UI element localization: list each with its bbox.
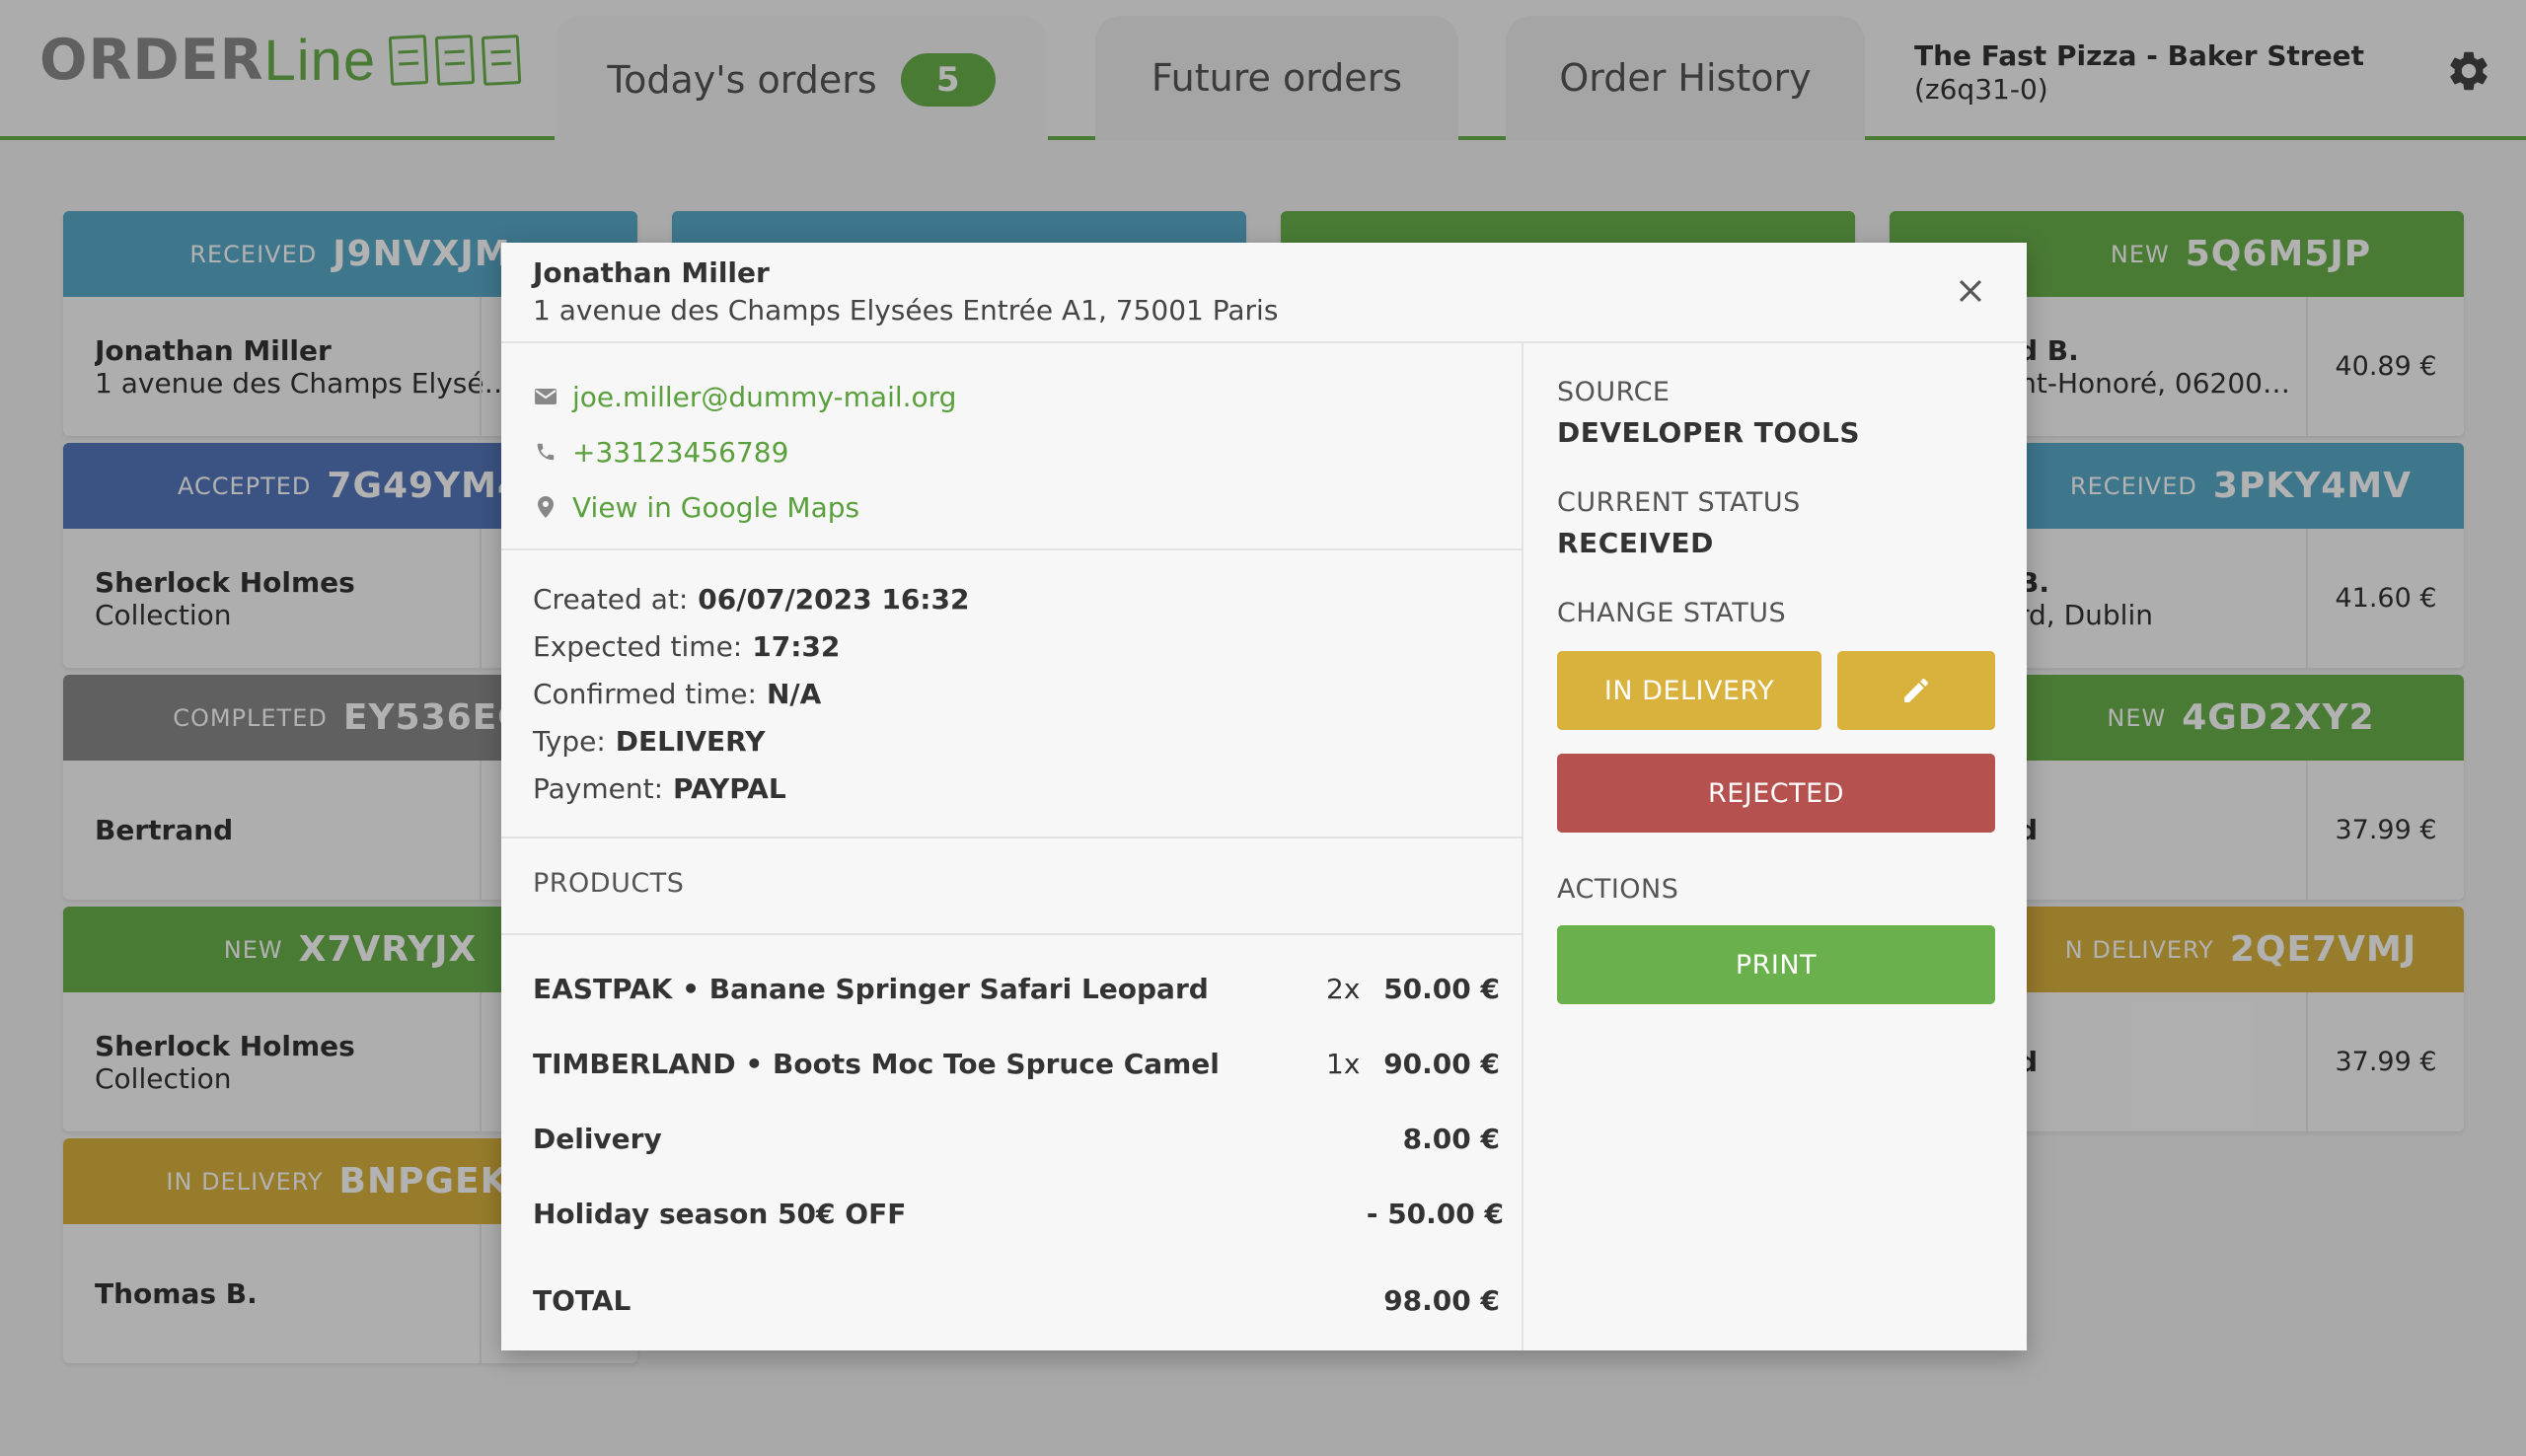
info-value: DELIVERY bbox=[615, 725, 766, 758]
maps-link-text: View in Google Maps bbox=[572, 490, 860, 524]
info-value: PAYPAL bbox=[673, 772, 786, 805]
type-row: Type: DELIVERY bbox=[533, 718, 969, 765]
order-actions-panel: SOURCE DEVELOPER TOOLS CURRENT STATUS RE… bbox=[1525, 343, 2027, 1350]
current-status-label: CURRENT STATUS bbox=[1557, 487, 1801, 518]
actions-label: ACTIONS bbox=[1557, 874, 1679, 905]
phone-icon bbox=[533, 441, 558, 463]
product-row: TIMBERLAND • Boots Moc Toe Spruce Camel … bbox=[533, 1030, 1500, 1105]
info-label: Type: bbox=[533, 725, 606, 758]
modal-header: Jonathan Miller 1 avenue des Champs Elys… bbox=[501, 243, 2027, 343]
phone-link[interactable]: +33123456789 bbox=[533, 424, 956, 479]
current-status-value: RECEIVED bbox=[1557, 527, 1714, 559]
expected-time-row: Expected time: 17:32 bbox=[533, 623, 969, 671]
email-text: joe.miller@dummy-mail.org bbox=[572, 380, 957, 413]
source-label: SOURCE bbox=[1557, 377, 1671, 407]
google-maps-link[interactable]: View in Google Maps bbox=[533, 479, 956, 535]
product-qty: 1x bbox=[1326, 1048, 1361, 1080]
contact-info: joe.miller@dummy-mail.org +33123456789 V… bbox=[533, 369, 956, 535]
edit-status-button[interactable] bbox=[1837, 651, 1995, 730]
map-pin-icon bbox=[533, 495, 558, 519]
product-name: Holiday season 50€ OFF bbox=[533, 1198, 907, 1230]
info-label: Created at: bbox=[533, 583, 689, 616]
customer-address: 1 avenue des Champs Elysées Entrée A1, 7… bbox=[533, 294, 1279, 327]
product-name: TIMBERLAND • Boots Moc Toe Spruce Camel bbox=[533, 1048, 1220, 1080]
product-price: 50.00 € bbox=[1383, 973, 1500, 1005]
rejected-button[interactable]: REJECTED bbox=[1557, 754, 1995, 833]
in-delivery-button[interactable]: IN DELIVERY bbox=[1557, 651, 1821, 730]
info-label: Expected time: bbox=[533, 630, 743, 663]
info-value: N/A bbox=[766, 678, 822, 710]
close-icon[interactable] bbox=[1954, 274, 1987, 308]
pencil-icon bbox=[1904, 678, 1929, 702]
email-link[interactable]: joe.miller@dummy-mail.org bbox=[533, 369, 956, 424]
order-info: Created at: 06/07/2023 16:32 Expected tim… bbox=[533, 576, 969, 813]
total-value: 98.00 € bbox=[1383, 1284, 1500, 1317]
customer-name: Jonathan Miller bbox=[533, 256, 770, 289]
products-list: EASTPAK • Banane Springer Safari Leopard… bbox=[533, 955, 1504, 1255]
confirmed-time-row: Confirmed time: N/A bbox=[533, 671, 969, 718]
product-row: Holiday season 50€ OFF - 50.00 € bbox=[533, 1180, 1504, 1255]
divider bbox=[501, 548, 1522, 550]
product-name: EASTPAK • Banane Springer Safari Leopard bbox=[533, 973, 1209, 1005]
created-at-row: Created at: 06/07/2023 16:32 bbox=[533, 576, 969, 623]
product-name: Delivery bbox=[533, 1123, 662, 1155]
product-price: 90.00 € bbox=[1383, 1048, 1500, 1080]
product-price: 8.00 € bbox=[1402, 1123, 1500, 1155]
info-value: 17:32 bbox=[752, 630, 841, 663]
mail-icon bbox=[533, 388, 558, 405]
phone-text: +33123456789 bbox=[572, 435, 789, 469]
info-label: Confirmed time: bbox=[533, 678, 757, 710]
source-value: DEVELOPER TOOLS bbox=[1557, 416, 1860, 449]
info-label: Payment: bbox=[533, 772, 664, 805]
divider bbox=[501, 837, 1522, 838]
order-details-panel: joe.miller@dummy-mail.org +33123456789 V… bbox=[501, 343, 1523, 1350]
print-button[interactable]: PRINT bbox=[1557, 925, 1995, 1004]
change-status-label: CHANGE STATUS bbox=[1557, 598, 1787, 628]
product-price: - 50.00 € bbox=[1366, 1198, 1504, 1230]
product-qty: 2x bbox=[1326, 973, 1361, 1005]
divider bbox=[501, 933, 1522, 935]
order-detail-modal: Jonathan Miller 1 avenue des Champs Elys… bbox=[501, 243, 2027, 1350]
total-row: TOTAL 98.00 € bbox=[533, 1284, 1500, 1317]
product-row: EASTPAK • Banane Springer Safari Leopard… bbox=[533, 955, 1500, 1030]
payment-row: Payment: PAYPAL bbox=[533, 765, 969, 813]
total-label: TOTAL bbox=[533, 1284, 632, 1317]
products-title: PRODUCTS bbox=[533, 868, 685, 899]
product-row: Delivery 8.00 € bbox=[533, 1105, 1500, 1180]
info-value: 06/07/2023 16:32 bbox=[698, 583, 970, 616]
